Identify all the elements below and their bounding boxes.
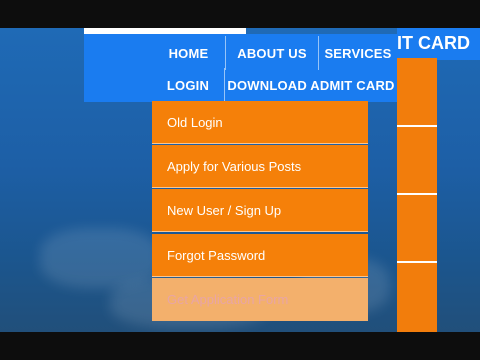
nav-services[interactable]: SERVICES (319, 36, 397, 70)
header-title-area: IT CARD (397, 28, 480, 60)
login-dropdown-menu: Old Login Apply for Various Posts New Us… (152, 101, 368, 323)
orange-side-column (397, 58, 437, 332)
nav-login[interactable]: LOGIN (152, 68, 224, 102)
header-title: IT CARD (397, 33, 470, 53)
column-divider (397, 125, 437, 127)
menu-item-get-application-form[interactable]: Get Application Form (152, 278, 368, 321)
nav-download-admit-card[interactable]: DOWNLOAD ADMIT CARD (225, 68, 397, 102)
bottom-black-bar (0, 332, 480, 360)
menu-item-old-login[interactable]: Old Login (152, 101, 368, 144)
column-divider (397, 193, 437, 195)
menu-item-new-user-signup[interactable]: New User / Sign Up (152, 189, 368, 232)
background-blur (40, 228, 160, 288)
nav-home[interactable]: HOME (152, 36, 225, 70)
top-black-bar (0, 0, 480, 28)
nav-about-us[interactable]: ABOUT US (226, 36, 318, 70)
menu-item-forgot-password[interactable]: Forgot Password (152, 234, 368, 277)
menu-item-apply-posts[interactable]: Apply for Various Posts (152, 145, 368, 188)
column-divider (397, 261, 437, 263)
